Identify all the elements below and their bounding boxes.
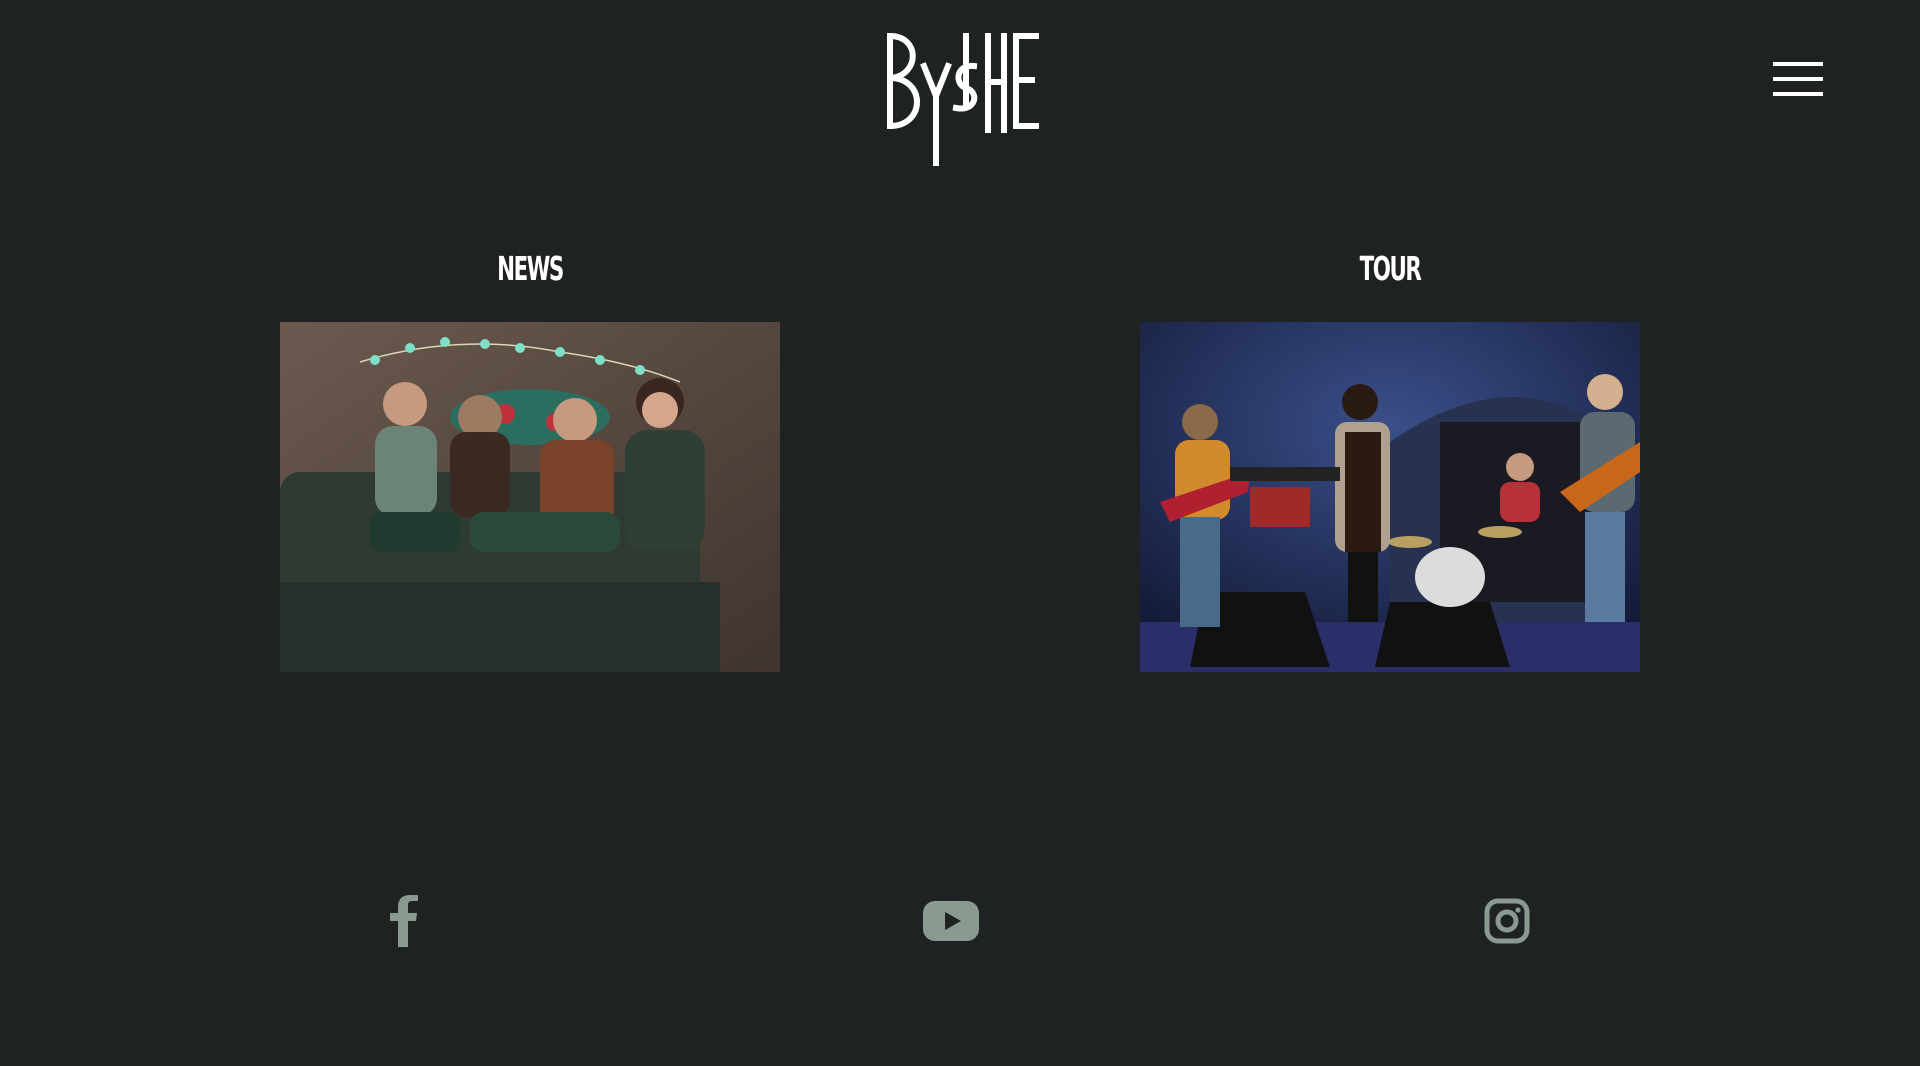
news-link[interactable]: NEWS: [350, 248, 710, 290]
instagram-icon: [1484, 898, 1530, 944]
instagram-link[interactable]: [1474, 886, 1540, 956]
news-photo[interactable]: [280, 322, 780, 672]
facebook-icon: [390, 895, 418, 947]
hamburger-bar: [1773, 77, 1823, 81]
tour-photo[interactable]: [1140, 322, 1640, 672]
youtube-icon: [923, 901, 979, 941]
facebook-link[interactable]: [370, 886, 436, 956]
news-section: NEWS: [280, 248, 780, 672]
tour-link[interactable]: TOUR: [1210, 248, 1570, 290]
youtube-link[interactable]: [916, 886, 986, 956]
byshe-logo[interactable]: [880, 26, 1040, 166]
hamburger-bar: [1773, 92, 1823, 96]
site-header: [0, 0, 1920, 180]
hamburger-bar: [1773, 62, 1823, 66]
menu-button[interactable]: [1770, 60, 1826, 98]
tour-section: TOUR: [1140, 248, 1640, 672]
